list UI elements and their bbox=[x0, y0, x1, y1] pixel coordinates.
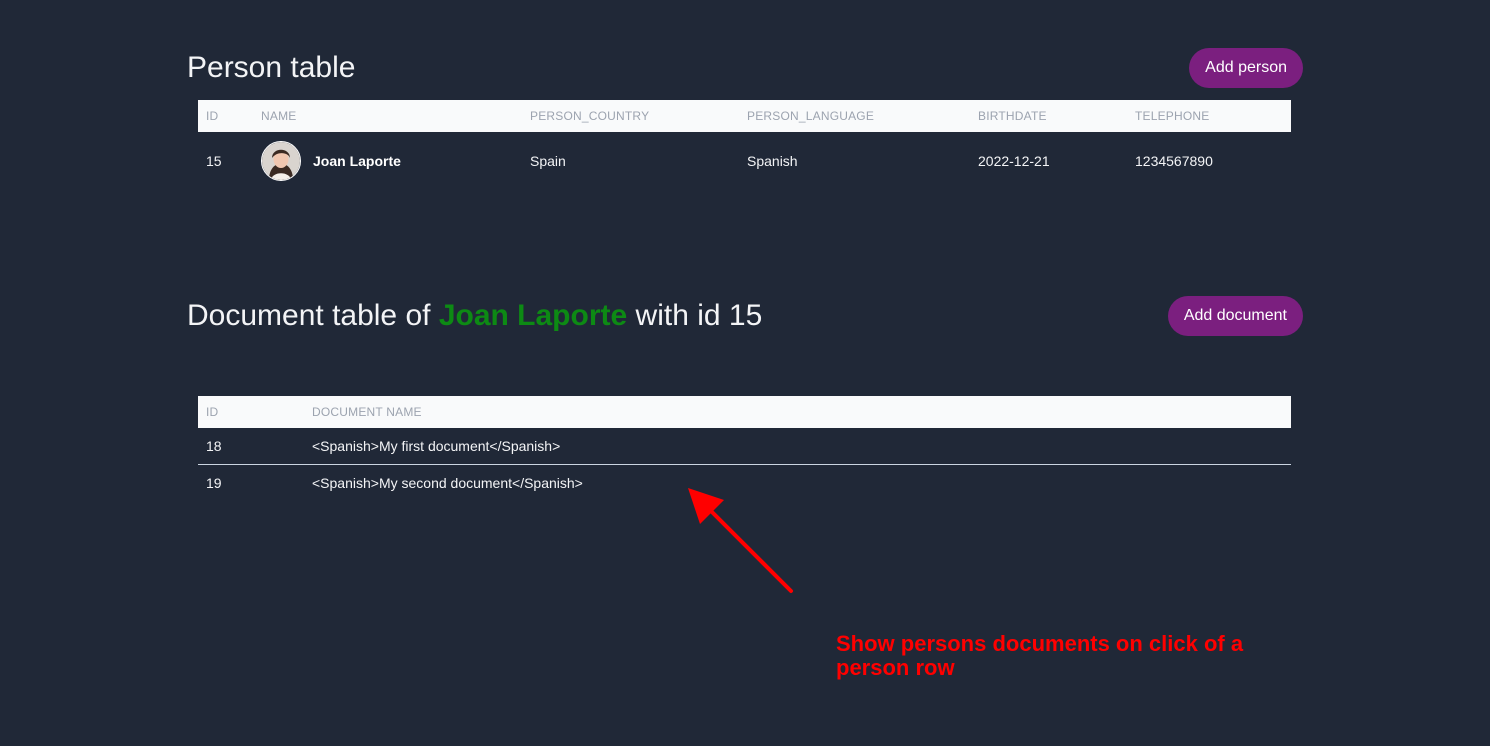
avatar-photo-icon bbox=[262, 142, 300, 180]
column-header-document-name: DOCUMENT NAME bbox=[304, 396, 1291, 428]
document-row[interactable]: 18 <Spanish>My first document</Spanish> bbox=[198, 428, 1291, 465]
person-birthdate-cell: 2022-12-21 bbox=[978, 153, 1050, 169]
column-header-doc-id: ID bbox=[198, 396, 304, 428]
document-title-suffix: with id 15 bbox=[627, 299, 763, 332]
person-table-title: Person table bbox=[187, 51, 356, 84]
document-id-cell: 18 bbox=[198, 428, 304, 465]
person-country-cell: Spain bbox=[530, 153, 566, 169]
person-row[interactable]: 15 Joan Laporte Spain Spanish 2022-12-21… bbox=[198, 132, 1291, 190]
person-name-cell: Joan Laporte bbox=[253, 132, 522, 190]
person-section-header: Person table Add person bbox=[187, 48, 1303, 88]
avatar bbox=[261, 141, 301, 181]
document-name-cell: <Spanish>My first document</Spanish> bbox=[304, 428, 1291, 465]
column-header-id: ID bbox=[198, 100, 253, 132]
document-table-title: Document table of Joan Laporte with id 1… bbox=[187, 296, 762, 336]
annotation-text: Show persons documents on click of a per… bbox=[836, 631, 1244, 680]
document-id-cell: 19 bbox=[206, 475, 222, 491]
person-telephone-cell: 1234567890 bbox=[1135, 153, 1213, 169]
document-title-person-name: Joan Laporte bbox=[438, 299, 628, 332]
column-header-language: PERSON_LANGUAGE bbox=[739, 100, 970, 132]
column-header-country: PERSON_COUNTRY bbox=[522, 100, 739, 132]
person-table-header-row: ID NAME PERSON_COUNTRY PERSON_LANGUAGE B… bbox=[198, 100, 1291, 132]
column-header-name: NAME bbox=[253, 100, 522, 132]
document-title-prefix: Document table of bbox=[187, 299, 439, 332]
person-table: ID NAME PERSON_COUNTRY PERSON_LANGUAGE B… bbox=[198, 100, 1291, 190]
add-person-button[interactable]: Add person bbox=[1189, 48, 1303, 88]
add-document-button[interactable]: Add document bbox=[1167, 296, 1303, 336]
person-id-cell: 15 bbox=[206, 153, 222, 169]
document-table-header-row: ID DOCUMENT NAME bbox=[198, 396, 1291, 428]
arrow-icon bbox=[688, 488, 793, 593]
column-header-birthdate: BIRTHDATE bbox=[970, 100, 1127, 132]
column-header-telephone: TELEPHONE bbox=[1127, 100, 1291, 132]
document-section-header: Document table of Joan Laporte with id 1… bbox=[187, 296, 1303, 336]
person-language-cell: Spanish bbox=[747, 153, 798, 169]
person-name: Joan Laporte bbox=[313, 153, 401, 169]
